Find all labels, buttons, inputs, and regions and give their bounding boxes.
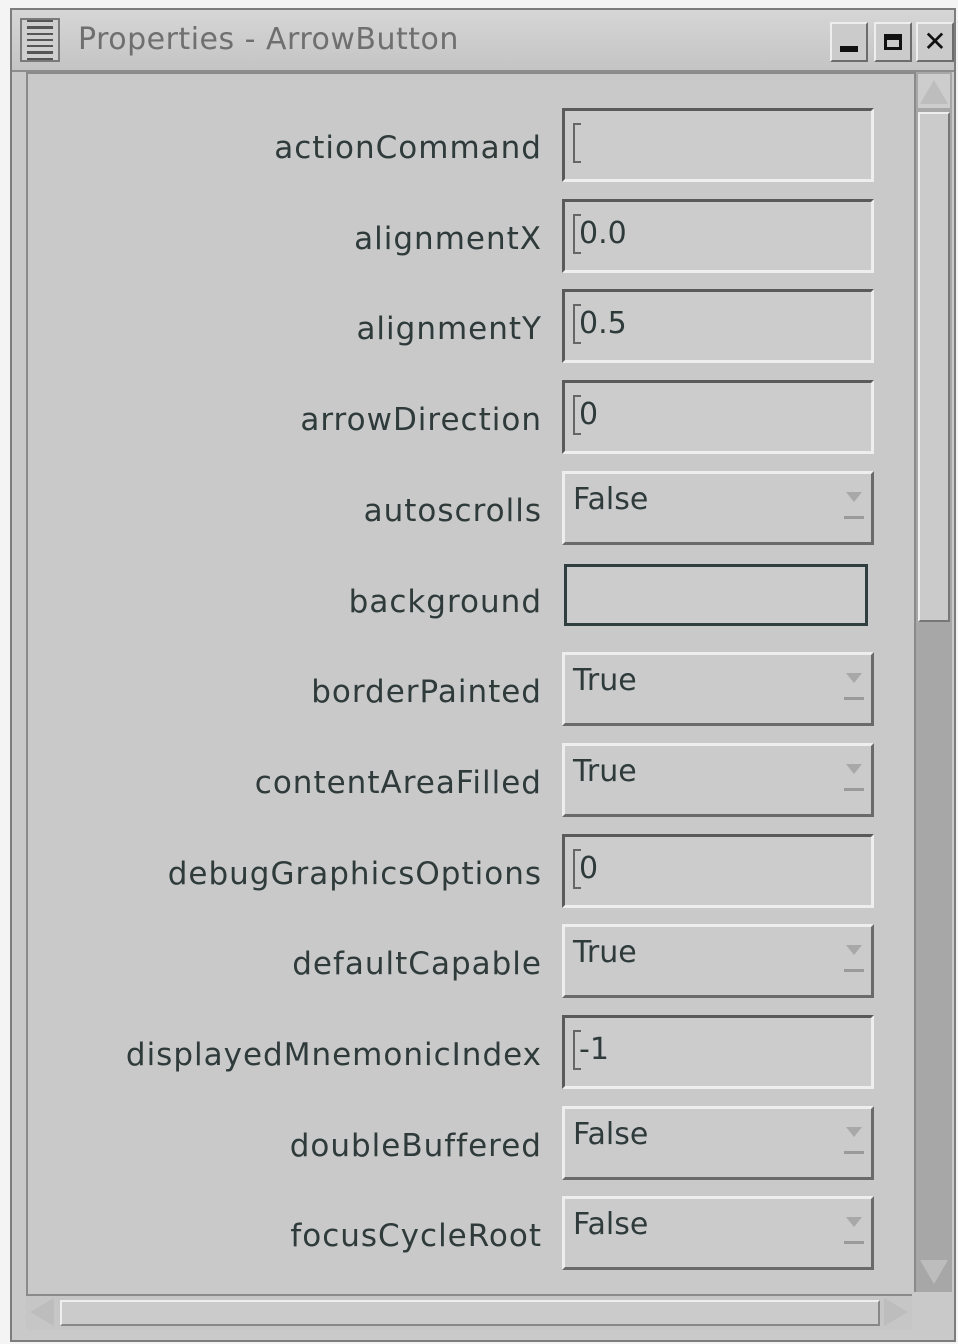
property-value: False	[573, 482, 649, 517]
scroll-down-arrow-icon[interactable]	[918, 1254, 950, 1288]
property-row-contentAreaFilled: contentAreaFilled True	[28, 743, 914, 823]
property-label: autoscrolls	[363, 493, 542, 529]
property-label: defaultCapable	[292, 946, 542, 982]
chevron-down-icon[interactable]	[843, 1127, 865, 1163]
property-combo-box[interactable]: False	[562, 471, 874, 545]
property-label: background	[348, 584, 542, 620]
property-value: True	[573, 754, 637, 789]
maximize-button[interactable]	[874, 22, 912, 62]
property-text-field[interactable]: 0.0	[562, 199, 874, 273]
property-label: doubleBuffered	[289, 1128, 542, 1164]
chevron-down-icon[interactable]	[843, 1217, 865, 1253]
property-label: arrowDirection	[300, 402, 542, 438]
horizontal-scrollbar[interactable]	[26, 1294, 912, 1330]
property-row-displayedMnemonicIndex: displayedMnemonicIndex -1	[28, 1015, 914, 1095]
property-value: False	[573, 1117, 649, 1152]
scroll-left-arrow-icon[interactable]	[30, 1298, 54, 1326]
property-combo-box[interactable]: False	[562, 1196, 874, 1270]
property-label: debugGraphicsOptions	[167, 856, 542, 892]
property-sheet: actionCommand alignmentX 0.0 alignmentY 0.5 a…	[26, 72, 914, 1294]
property-row-alignmentX: alignmentX 0.0	[28, 199, 914, 279]
property-label: actionCommand	[274, 130, 542, 166]
property-value: 0	[579, 397, 599, 432]
property-label: displayedMnemonicIndex	[125, 1037, 542, 1073]
window-title: Properties - ArrowButton	[78, 22, 459, 57]
chevron-down-icon[interactable]	[843, 945, 865, 981]
scroll-up-arrow-icon[interactable]	[918, 74, 950, 108]
property-label: alignmentX	[354, 221, 542, 257]
property-value: -1	[579, 1032, 609, 1067]
property-value: 0.5	[579, 306, 627, 341]
chevron-down-icon[interactable]	[843, 492, 865, 528]
property-row-debugGraphicsOptions: debugGraphicsOptions 0	[28, 834, 914, 914]
horizontal-scroll-thumb[interactable]	[60, 1300, 880, 1326]
property-label: focusCycleRoot	[290, 1218, 542, 1254]
property-text-field[interactable]: 0.5	[562, 289, 874, 363]
property-value: False	[573, 1207, 649, 1242]
property-value: 0	[579, 851, 599, 886]
property-row-focusCycleRoot: focusCycleRoot False	[28, 1196, 914, 1276]
property-text-field[interactable]: 0	[562, 834, 874, 908]
vertical-scroll-thumb[interactable]	[918, 112, 950, 622]
vertical-scrollbar[interactable]	[914, 72, 952, 1292]
property-row-alignmentY: alignmentY 0.5	[28, 289, 914, 369]
chevron-down-icon[interactable]	[843, 673, 865, 709]
scroll-corner	[914, 1294, 952, 1330]
property-row-autoscrolls: autoscrolls False	[28, 471, 914, 551]
color-swatch[interactable]	[564, 564, 868, 626]
property-value: True	[573, 935, 637, 970]
property-row-background: background	[28, 562, 914, 642]
window-menu-icon[interactable]	[20, 18, 60, 62]
property-row-borderPainted: borderPainted True	[28, 652, 914, 732]
property-text-field[interactable]	[562, 108, 874, 182]
title-bar[interactable]: Properties - ArrowButton ✕	[12, 10, 954, 72]
close-button[interactable]: ✕	[916, 22, 954, 62]
close-icon: ✕	[923, 25, 947, 58]
property-row-actionCommand: actionCommand	[28, 108, 914, 188]
properties-window: Properties - ArrowButton ✕ actionCommand…	[10, 8, 956, 1342]
minimize-button[interactable]	[830, 22, 868, 62]
scroll-right-arrow-icon[interactable]	[884, 1298, 908, 1326]
property-combo-box[interactable]: True	[562, 743, 874, 817]
property-row-defaultCapable: defaultCapable True	[28, 924, 914, 1004]
property-row-arrowDirection: arrowDirection 0	[28, 380, 914, 460]
property-row-doubleBuffered: doubleBuffered False	[28, 1106, 914, 1186]
property-combo-box[interactable]: True	[562, 652, 874, 726]
property-label: borderPainted	[311, 674, 542, 710]
property-text-field[interactable]: -1	[562, 1015, 874, 1089]
text-caret-icon	[573, 123, 581, 163]
property-value: 0.0	[579, 216, 627, 251]
property-label: contentAreaFilled	[254, 765, 542, 801]
chevron-down-icon[interactable]	[843, 764, 865, 800]
maximize-icon	[884, 34, 902, 50]
property-combo-box[interactable]: True	[562, 924, 874, 998]
minimize-icon	[840, 46, 858, 52]
property-value: True	[573, 663, 637, 698]
property-text-field[interactable]: 0	[562, 380, 874, 454]
property-combo-box[interactable]: False	[562, 1106, 874, 1180]
property-label: alignmentY	[356, 311, 542, 347]
